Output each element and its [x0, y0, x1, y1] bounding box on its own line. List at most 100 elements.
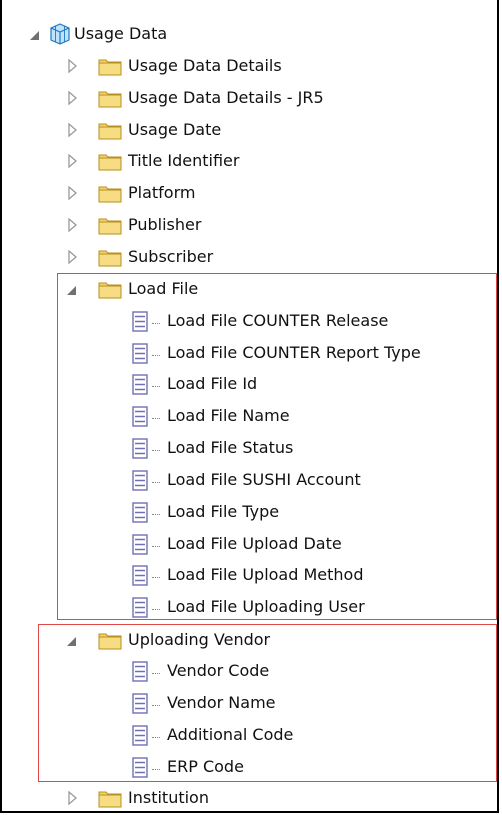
tree-node-uploading-vendor[interactable]: Uploading Vendor [2, 626, 501, 654]
tree-leaf-column[interactable]: Vendor Code [2, 657, 501, 685]
tree-connector [152, 609, 160, 610]
expanded-triangle-icon[interactable] [28, 28, 40, 42]
tree-leaf-column[interactable]: Load File Uploading User [2, 593, 501, 621]
column-icon [132, 597, 150, 618]
tree-node-label: Load File Uploading User [167, 597, 365, 616]
tree-connector [152, 737, 160, 738]
tree-node-usage-data-details[interactable]: Usage Data Details [2, 52, 501, 80]
folder-icon [98, 57, 122, 76]
tree-node-usage-date[interactable]: Usage Date [2, 116, 501, 144]
tree-connector [152, 769, 160, 770]
tree-node-label: Usage Data Details - JR5 [128, 88, 324, 107]
column-icon [132, 438, 150, 459]
collapsed-triangle-icon[interactable] [66, 154, 78, 168]
tree-node-label: Uploading Vendor [128, 630, 271, 649]
tree-node-label: Usage Date [128, 120, 222, 139]
expanded-triangle-icon[interactable] [65, 634, 77, 648]
tree-node-label: Load File COUNTER Report Type [167, 343, 421, 362]
tree-node-load-file[interactable]: Load File [2, 275, 501, 303]
tree-leaf-column[interactable]: ERP Code [2, 753, 501, 781]
collapsed-triangle-icon[interactable] [66, 250, 78, 264]
tree-leaf-column[interactable]: Load File Id [2, 370, 501, 398]
tree-node-label: Load File Status [167, 438, 294, 457]
tree-node-label: Load File Upload Method [167, 565, 364, 584]
tree-node-label: ERP Code [167, 757, 244, 776]
tree-node-label: Load File COUNTER Release [167, 311, 389, 330]
column-icon [132, 502, 150, 523]
tree-connector [152, 514, 160, 515]
tree-node-label: Publisher [128, 215, 202, 234]
tree-leaf-column[interactable]: Load File COUNTER Release [2, 307, 501, 335]
tree-node-label: Title Identifier [128, 151, 240, 170]
tree-leaf-column[interactable]: Load File Status [2, 434, 501, 462]
column-icon [132, 565, 150, 586]
tree-node-title-identifier[interactable]: Title Identifier [2, 147, 501, 175]
folder-icon [98, 631, 122, 650]
tree-node-subscriber[interactable]: Subscriber [2, 243, 501, 271]
tree-node-label: Vendor Name [167, 693, 276, 712]
collapsed-triangle-icon[interactable] [66, 791, 78, 805]
expanded-triangle-icon[interactable] [65, 283, 77, 297]
tree-connector [152, 418, 160, 419]
tree-leaf-column[interactable]: Load File Type [2, 498, 501, 526]
folder-icon [98, 89, 122, 108]
tree-node-platform[interactable]: Platform [2, 179, 501, 207]
folder-icon [98, 216, 122, 235]
column-icon [132, 534, 150, 555]
tree-node-label: Load File Id [167, 374, 258, 393]
tree-node-publisher[interactable]: Publisher [2, 211, 501, 239]
column-icon [132, 406, 150, 427]
column-icon [132, 374, 150, 395]
column-icon [132, 725, 150, 746]
tree-connector [152, 323, 160, 324]
tree-leaf-column[interactable]: Load File SUSHI Account [2, 466, 501, 494]
folder-icon [98, 121, 122, 140]
column-icon [132, 661, 150, 682]
folder-icon [98, 152, 122, 171]
column-icon [132, 757, 150, 778]
tree-leaf-column[interactable]: Load File COUNTER Report Type [2, 339, 501, 367]
tree-connector [152, 386, 160, 387]
collapsed-triangle-icon[interactable] [66, 91, 78, 105]
column-icon [132, 693, 150, 714]
column-icon [132, 343, 150, 364]
tree-node-label: Usage Data Details [128, 56, 282, 75]
tree-connector [152, 705, 160, 706]
tree-leaf-column[interactable]: Load File Upload Date [2, 530, 501, 558]
tree-leaf-column[interactable]: Additional Code [2, 721, 501, 749]
tree-leaf-column[interactable]: Load File Name [2, 402, 501, 430]
tree-node-institution[interactable]: Institution [2, 784, 501, 812]
tree-node-label: Subscriber [128, 247, 214, 266]
collapsed-triangle-icon[interactable] [66, 218, 78, 232]
folder-icon [98, 184, 122, 203]
tree-node-label: Load File Name [167, 406, 290, 425]
tree-node-label: Usage Data [74, 24, 168, 43]
collapsed-triangle-icon[interactable] [66, 123, 78, 137]
tree-connector [152, 546, 160, 547]
tree-node-label: Load File Upload Date [167, 534, 342, 553]
tree-connector [152, 673, 160, 674]
tree-node-usage-data-details-jr5[interactable]: Usage Data Details - JR5 [2, 84, 501, 112]
folder-icon [98, 248, 122, 267]
cube-icon [49, 23, 71, 45]
tree-connector [152, 577, 160, 578]
folder-icon [98, 789, 122, 808]
tree-node-label: Load File Type [167, 502, 280, 521]
tree-connector [152, 450, 160, 451]
tree-node-label: Load File SUSHI Account [167, 470, 361, 489]
folder-icon [98, 280, 122, 299]
tree-node-label: Institution [128, 788, 209, 807]
column-icon [132, 311, 150, 332]
tree-node-label: Additional Code [167, 725, 294, 744]
collapsed-triangle-icon[interactable] [66, 59, 78, 73]
tree-panel: Usage Data Usage Data Details Usage Data… [0, 0, 499, 813]
tree-node-label: Load File [128, 279, 199, 298]
column-icon [132, 470, 150, 491]
tree-node-label: Platform [128, 183, 196, 202]
tree-leaf-column[interactable]: Load File Upload Method [2, 561, 501, 589]
tree-leaf-column[interactable]: Vendor Name [2, 689, 501, 717]
collapsed-triangle-icon[interactable] [66, 186, 78, 200]
tree-node-label: Vendor Code [167, 661, 270, 680]
tree-node-usage-data[interactable]: Usage Data [2, 20, 501, 48]
tree-connector [152, 482, 160, 483]
